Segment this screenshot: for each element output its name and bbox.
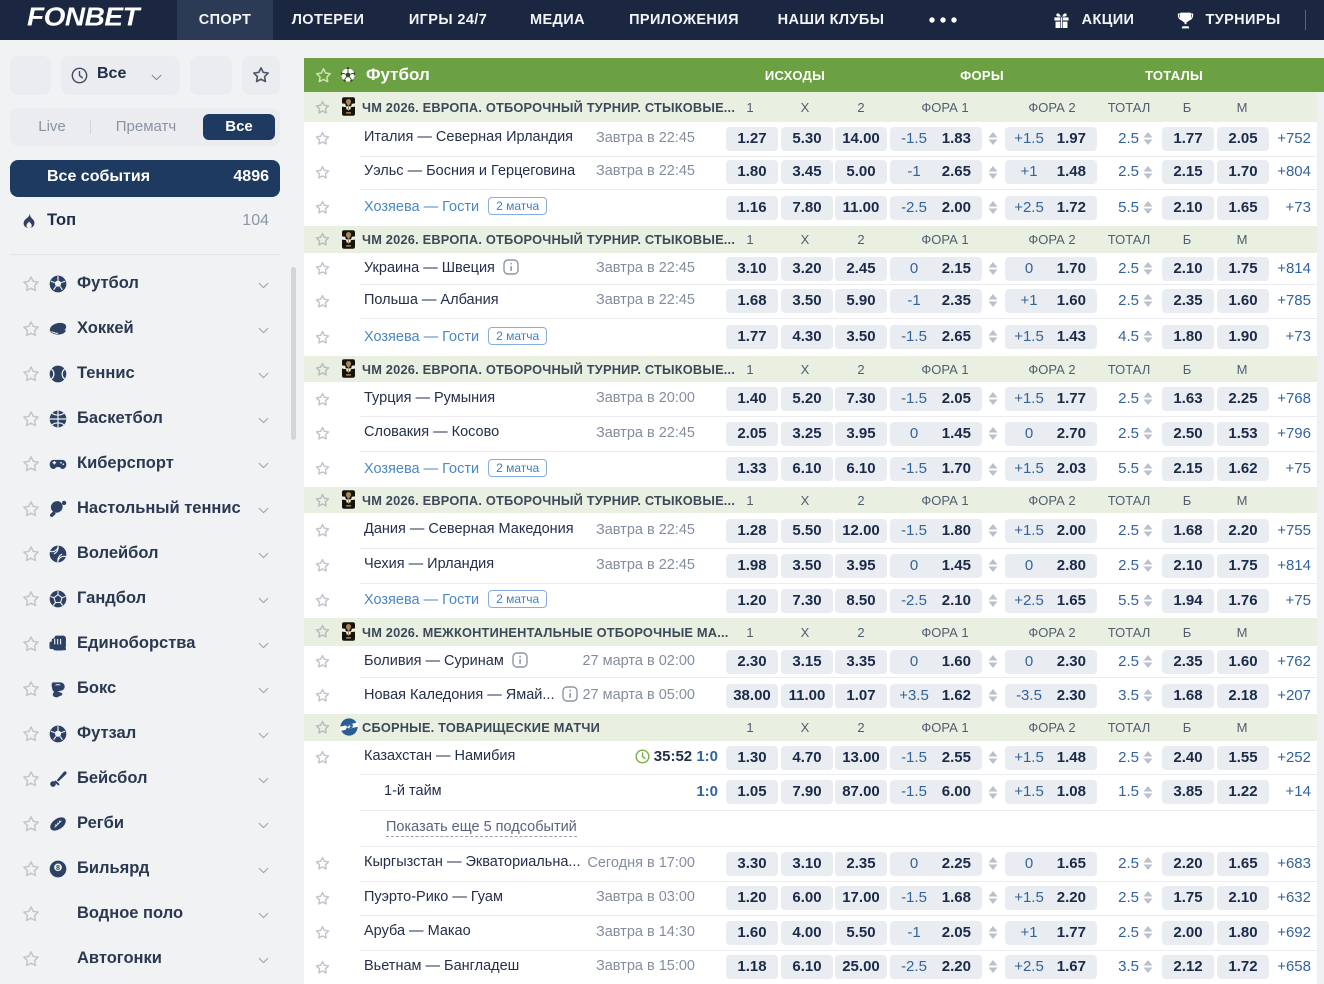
svg-text:8: 8: [56, 864, 60, 872]
